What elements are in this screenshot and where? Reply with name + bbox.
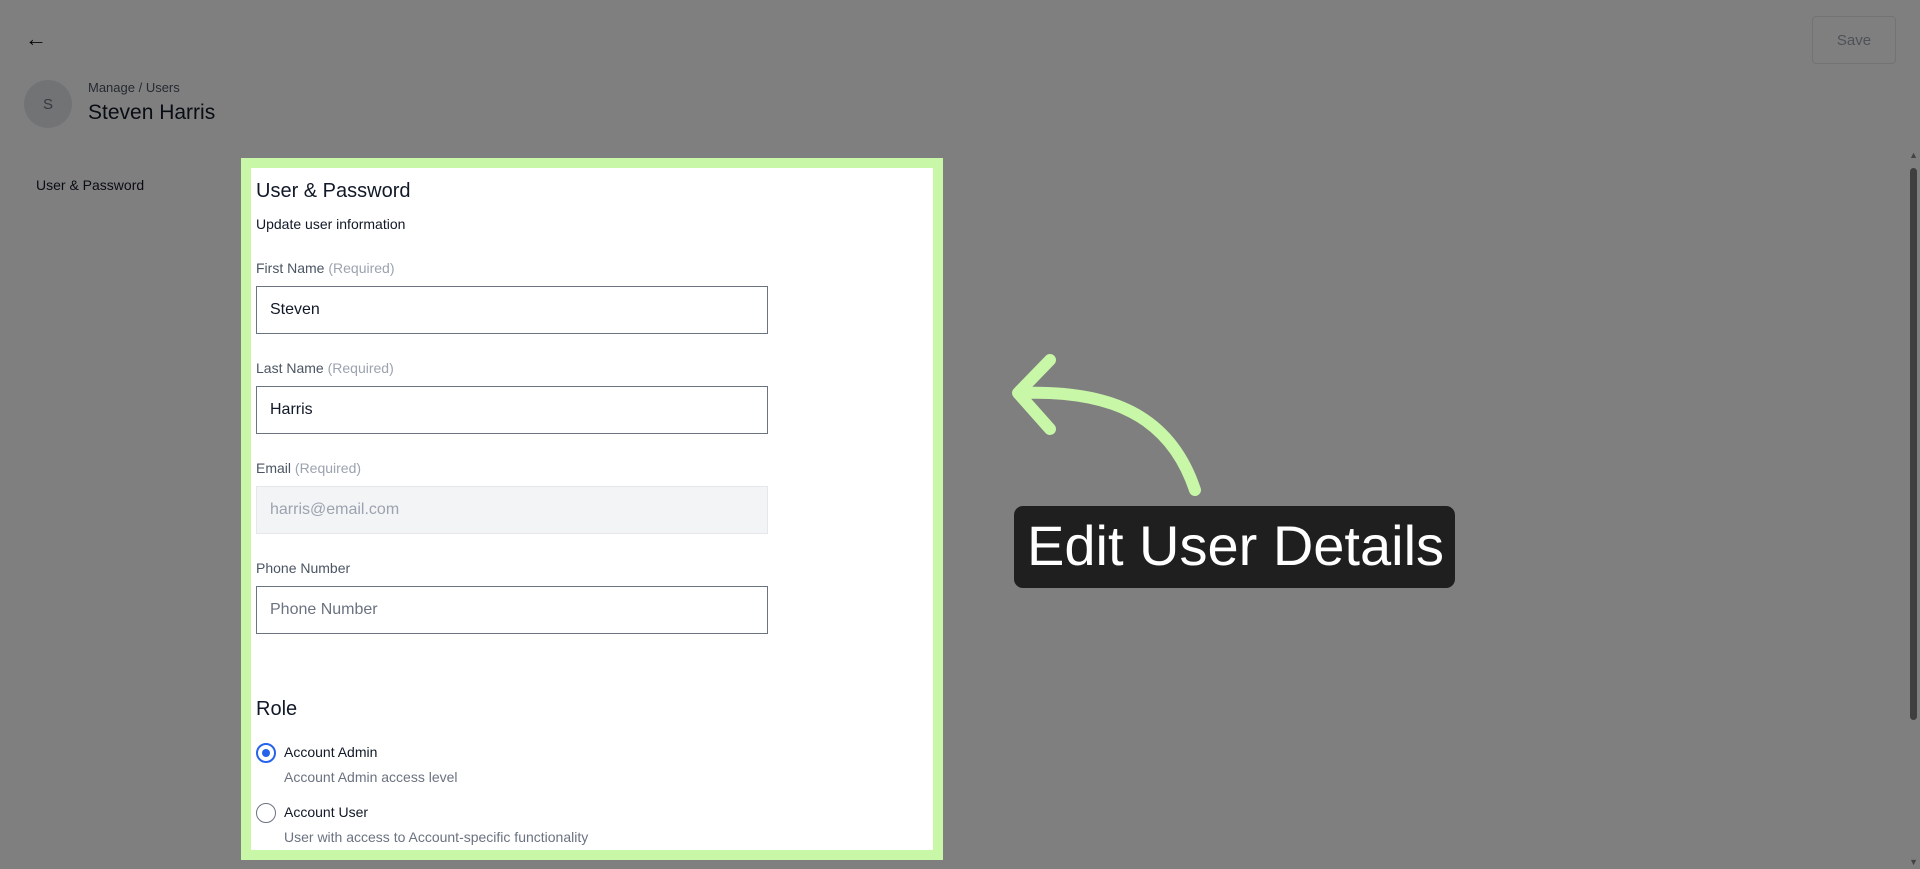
email-field — [256, 486, 768, 534]
scroll-up-icon[interactable]: ▲ — [1909, 150, 1918, 160]
scroll-down-icon[interactable]: ▼ — [1909, 857, 1918, 867]
phone-number-field[interactable] — [256, 586, 768, 634]
highlighted-form-panel: User & Password Update user information … — [241, 158, 943, 860]
first-name-field[interactable] — [256, 286, 768, 334]
role-radio-account-user[interactable] — [256, 803, 276, 823]
phone-number-label: Phone Number — [256, 560, 351, 576]
last-name-field[interactable] — [256, 386, 768, 434]
scrollbar-thumb[interactable] — [1910, 168, 1917, 720]
curved-arrow-icon — [1012, 354, 1201, 496]
role-label-account-user[interactable]: Account User — [284, 804, 368, 820]
role-desc-account-user: User with access to Account-specific fun… — [284, 829, 589, 845]
section-subtitle: Update user information — [256, 216, 406, 232]
section-title: User & Password — [256, 180, 411, 202]
last-name-label: Last Name (Required) — [256, 360, 394, 376]
callout-label: Edit User Details — [1014, 506, 1455, 588]
role-title: Role — [256, 698, 298, 720]
role-label-account-admin[interactable]: Account Admin — [284, 744, 377, 760]
role-radio-account-admin[interactable] — [256, 743, 276, 763]
role-desc-account-admin: Account Admin access level — [284, 769, 458, 785]
first-name-label: First Name (Required) — [256, 260, 395, 276]
email-label: Email (Required) — [256, 460, 362, 476]
